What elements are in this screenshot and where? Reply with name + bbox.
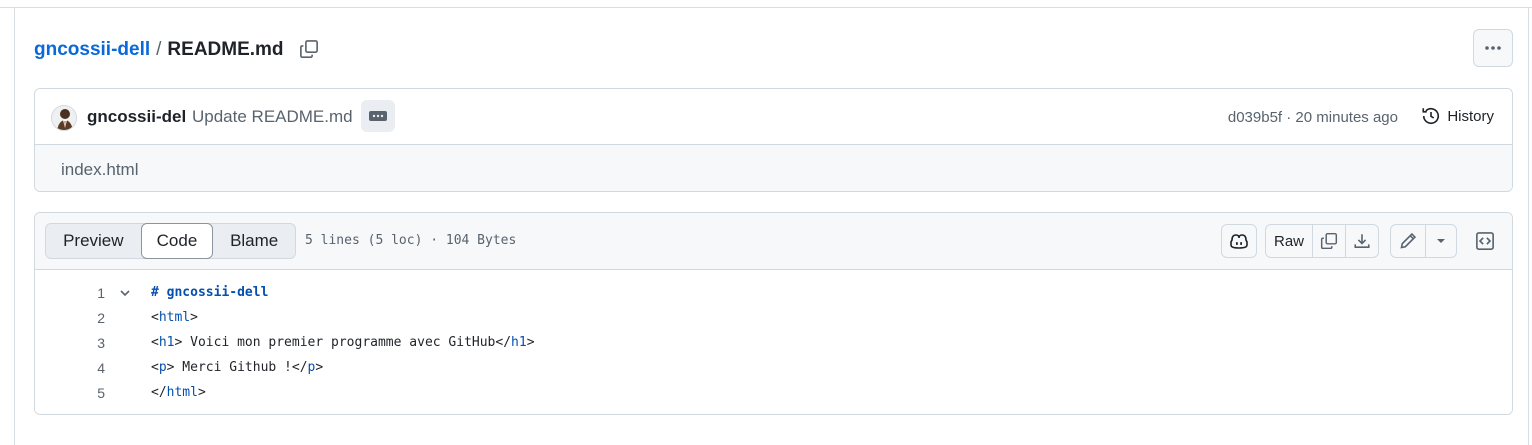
code-line: 3 <h1> Voici mon premier programme avec G…: [35, 330, 1512, 355]
edit-file-button[interactable]: [1390, 224, 1426, 258]
markdown-heading: # gncossii-dell: [151, 285, 269, 300]
fold-section-button[interactable]: [118, 286, 132, 300]
commit-description-row: index.html: [35, 145, 1512, 191]
code-text: >: [315, 360, 324, 375]
history-icon: [1422, 108, 1440, 125]
code-text: <: [151, 335, 159, 350]
ellipsis-icon: [369, 111, 387, 121]
pencil-icon: [1400, 232, 1417, 249]
line-content: <p> Merci Github !</p>: [151, 360, 323, 375]
kebab-horizontal-icon: [1485, 46, 1501, 50]
code-view: 1 # gncossii-dell 2 <html> 3 <h1> Voici mon p…: [35, 270, 1512, 414]
right-border: [1528, 8, 1529, 445]
breadcrumb-file-name: README.md: [167, 39, 284, 60]
code-text: <: [151, 310, 159, 325]
commit-author[interactable]: gncossii-del: [87, 107, 186, 127]
line-content: <h1> Voici mon premier programme avec Gi…: [151, 335, 535, 350]
code-text: <: [151, 360, 159, 375]
more-options-button[interactable]: [1473, 29, 1513, 67]
top-border: [0, 0, 1532, 8]
code-line: 2 <html>: [35, 305, 1512, 330]
raw-button[interactable]: Raw: [1265, 224, 1313, 258]
html-tag-name: p: [158, 360, 167, 375]
html-tag-name: h1: [511, 335, 527, 350]
code-line: 1 # gncossii-dell: [35, 280, 1512, 305]
html-tag-name: html: [166, 385, 198, 400]
code-line: 5 </html>: [35, 380, 1512, 405]
avatar-image-icon: [52, 106, 76, 130]
html-tag-name: h1: [158, 335, 175, 350]
expand-commit-message-button[interactable]: [361, 100, 395, 132]
html-tag-name: html: [158, 310, 191, 325]
copy-path-button[interactable]: [296, 36, 322, 62]
breadcrumb-repo-link[interactable]: gncossii-dell: [34, 39, 150, 61]
tab-preview[interactable]: Preview: [46, 224, 141, 258]
line-number[interactable]: 1: [75, 285, 105, 301]
download-raw-button[interactable]: [1345, 224, 1379, 258]
line-content: </html>: [151, 385, 206, 400]
commit-sha-time[interactable]: d039b5f · 20 minutes ago: [1228, 109, 1398, 126]
copilot-icon: [1230, 234, 1248, 249]
line-number[interactable]: 4: [75, 360, 105, 376]
tab-blame[interactable]: Blame: [213, 224, 295, 258]
latest-commit-box: gncossii-del Update README.md d039b5f · …: [34, 88, 1513, 192]
code-text: > Voici mon premier programme avec GitHu…: [174, 335, 512, 350]
commit-description: index.html: [61, 160, 139, 179]
code-line: 4 <p> Merci Github !</p>: [35, 355, 1512, 380]
commit-message[interactable]: Update README.md: [192, 107, 353, 127]
file-viewer: Preview Code Blame 5 lines (5 loc) · 104…: [34, 212, 1513, 415]
file-header: Preview Code Blame 5 lines (5 loc) · 104…: [35, 213, 1512, 270]
code-text: >: [190, 310, 198, 325]
line-number[interactable]: 2: [75, 310, 105, 326]
avatar[interactable]: [51, 105, 77, 131]
breadcrumb-separator: /: [156, 39, 162, 60]
code-text: > Merci Github !</: [166, 360, 308, 375]
download-icon: [1354, 234, 1370, 248]
line-content: # gncossii-dell: [151, 285, 268, 300]
copilot-button[interactable]: [1221, 224, 1257, 258]
file-info: 5 lines (5 loc) · 104 Bytes: [305, 233, 517, 248]
left-border: [14, 8, 15, 445]
code-text: >: [197, 385, 206, 400]
breadcrumb: gncossii-dell / README.md: [34, 38, 284, 62]
view-mode-segmented-control: Preview Code Blame: [45, 223, 296, 259]
code-text: </: [151, 385, 167, 400]
copy-icon: [300, 40, 318, 58]
commit-row: gncossii-del Update README.md d039b5f · …: [35, 89, 1512, 145]
line-number[interactable]: 3: [75, 335, 105, 351]
chevron-down-icon: [120, 290, 130, 297]
copy-raw-button[interactable]: [1312, 224, 1346, 258]
code-square-icon: [1476, 232, 1494, 250]
triangle-down-icon: [1437, 239, 1445, 243]
symbols-panel-button[interactable]: [1471, 224, 1499, 258]
edit-options-dropdown[interactable]: [1425, 224, 1457, 258]
line-content: <html>: [151, 310, 198, 325]
code-text: >: [526, 335, 535, 350]
history-label: History: [1447, 107, 1494, 125]
copy-icon: [1320, 232, 1338, 250]
line-number[interactable]: 5: [75, 385, 105, 401]
history-button[interactable]: History: [1421, 106, 1494, 126]
tab-code[interactable]: Code: [140, 223, 214, 259]
